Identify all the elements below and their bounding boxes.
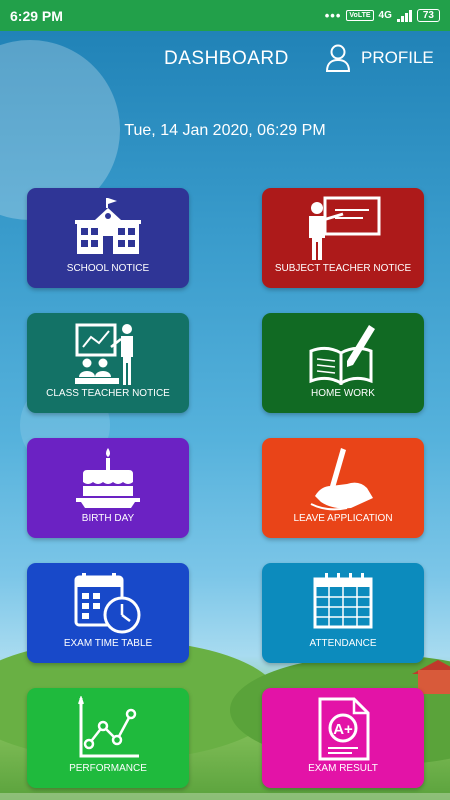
tile-label: CLASS TEACHER NOTICE xyxy=(46,388,170,399)
bottom-edge xyxy=(0,793,450,800)
book-pencil-icon xyxy=(309,325,375,385)
tile-label: PERFORMANCE xyxy=(69,763,147,774)
line-graph-icon xyxy=(78,696,139,758)
tile-label: HOME WORK xyxy=(311,388,375,399)
teacher-board-icon xyxy=(309,196,381,260)
exam-result-tile[interactable]: A+ EXAM RESULT xyxy=(262,688,424,788)
birthday-cake-icon xyxy=(76,448,140,508)
tile-label: SCHOOL NOTICE xyxy=(66,263,150,274)
school-notice-tile[interactable]: SCHOOL NOTICE xyxy=(27,188,189,288)
volte-badge: VoLTE xyxy=(346,10,374,21)
attendance-tile[interactable]: ATTENDANCE xyxy=(262,563,424,663)
exam-time-table-tile[interactable]: EXAM TIME TABLE xyxy=(27,563,189,663)
network-type: 4G xyxy=(378,10,392,21)
tile-label: ATTENDANCE xyxy=(309,638,377,649)
battery-icon: 73 xyxy=(416,9,440,22)
tile-label: EXAM RESULT xyxy=(308,763,378,774)
profile-button[interactable]: PROFILE xyxy=(325,44,434,72)
calendar-icon xyxy=(313,573,373,629)
hand-writing-icon xyxy=(310,448,373,511)
home-work-tile[interactable]: HOME WORK xyxy=(262,313,424,413)
status-bar: 6:29 PM ••• VoLTE 4G 73 xyxy=(0,0,450,31)
page-title: DASHBOARD xyxy=(164,48,289,69)
school-building-icon xyxy=(75,198,141,254)
tile-label: SUBJECT TEACHER NOTICE xyxy=(274,263,412,274)
tile-label: LEAVE APPLICATION xyxy=(293,513,393,524)
calendar-clock-icon xyxy=(74,573,141,634)
user-icon xyxy=(325,44,351,72)
signal-icon xyxy=(396,9,412,22)
leave-application-tile[interactable]: LEAVE APPLICATION xyxy=(262,438,424,538)
tile-label: EXAM TIME TABLE xyxy=(63,638,153,649)
notification-dots: ••• xyxy=(324,8,342,23)
tile-label: BIRTH DAY xyxy=(81,513,135,524)
status-time: 6:29 PM xyxy=(10,7,63,24)
grade-paper-icon: A+ xyxy=(318,697,370,761)
profile-label: PROFILE xyxy=(361,48,434,67)
birthday-tile[interactable]: BIRTH DAY xyxy=(27,438,189,538)
performance-tile[interactable]: PERFORMANCE xyxy=(27,688,189,788)
class-teacher-notice-tile[interactable]: CLASS TEACHER NOTICE xyxy=(27,313,189,413)
classroom-presentation-icon xyxy=(75,323,133,385)
svg-text:A+: A+ xyxy=(333,721,353,738)
subject-teacher-notice-tile[interactable]: SUBJECT TEACHER NOTICE xyxy=(262,188,424,288)
current-datetime: Tue, 14 Jan 2020, 06:29 PM xyxy=(124,122,326,139)
